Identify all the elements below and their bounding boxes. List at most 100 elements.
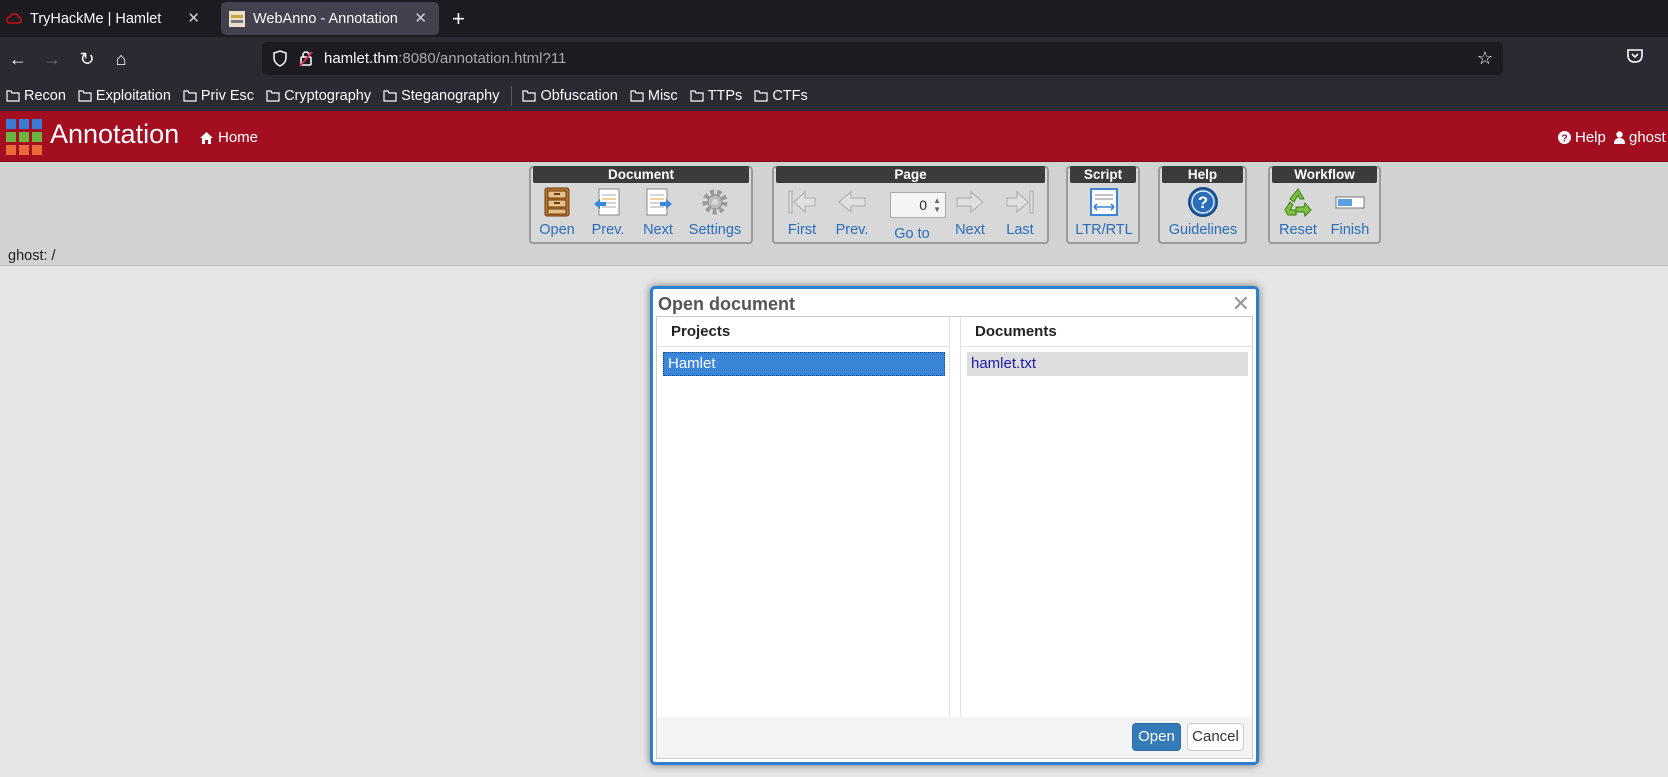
prev-page-button[interactable]: Prev. [824, 186, 880, 242]
prev-document-button[interactable]: Prev. [580, 186, 636, 242]
page-number-input[interactable]: 0 ▲ ▼ [890, 192, 946, 218]
group-title: Script [1070, 166, 1136, 183]
folder-icon [522, 90, 537, 102]
home-link[interactable]: Home [200, 129, 258, 146]
url-text: hamlet.thm:8080/annotation.html?11 [324, 50, 567, 67]
home-icon[interactable]: ⌂ [109, 47, 133, 71]
bookmark-star-icon[interactable]: ☆ [1477, 48, 1493, 69]
bookmark-folder-ctfs[interactable]: CTFs [754, 88, 808, 104]
bookmarks-bar: Recon Exploitation Priv Esc Cryptography… [0, 81, 1668, 111]
dialog-body: Projects Hamlet Documents hamlet.txt [656, 316, 1253, 718]
folder-icon [6, 90, 20, 102]
folder-icon [183, 90, 197, 102]
folder-icon [630, 90, 644, 102]
text-direction-icon [1090, 188, 1118, 216]
svg-text:?: ? [1561, 134, 1567, 145]
recycle-icon [1284, 188, 1312, 217]
folder-icon [690, 90, 704, 102]
ltr-rtl-button[interactable]: LTR/RTL [1074, 186, 1134, 242]
open-button[interactable]: Open [1132, 723, 1181, 751]
annotation-toolbar: Document Open Prev. Next Settings Page F… [0, 162, 1668, 266]
svg-text:?: ? [1198, 193, 1208, 212]
tryhackme-cloud-icon [6, 12, 22, 24]
documents-header: Documents [961, 317, 1252, 347]
workflow-group: Workflow Reset Finish [1268, 166, 1381, 244]
shield-icon [273, 50, 287, 67]
settings-button[interactable]: Settings [683, 186, 747, 242]
breadcrumb: ghost: / [8, 248, 56, 264]
progress-bar-icon [1335, 196, 1365, 209]
document-prev-icon [594, 188, 620, 216]
group-title: Document [533, 166, 749, 183]
cancel-button[interactable]: Cancel [1187, 723, 1244, 751]
url-bar[interactable]: hamlet.thm:8080/annotation.html?11 ☆ [262, 42, 1503, 75]
next-page-button[interactable]: Next [942, 186, 998, 242]
last-page-button[interactable]: Last [992, 186, 1048, 242]
help-group: Help ? Guidelines [1158, 166, 1247, 244]
cabinet-icon [544, 187, 570, 217]
bookmark-folder-cryptography[interactable]: Cryptography [266, 88, 371, 104]
user-link[interactable]: ghost [1614, 129, 1666, 146]
spinner-icon[interactable]: ▲ ▼ [933, 196, 941, 214]
browser-nav-bar: ← → ↻ ⌂ hamlet.thm:8080/annotation.html?… [0, 37, 1668, 81]
back-arrow-icon[interactable]: ← [6, 47, 30, 71]
insecure-lock-icon [299, 51, 313, 67]
document-item-hamlet-txt[interactable]: hamlet.txt [967, 352, 1248, 376]
app-header: Annotation Home ? Help ghost [0, 111, 1668, 162]
dialog-footer: Open Cancel [656, 717, 1253, 759]
guidelines-button[interactable]: ? Guidelines [1164, 186, 1242, 242]
gear-icon [702, 189, 728, 215]
help-link[interactable]: ? Help [1558, 129, 1606, 146]
goto-page-control[interactable]: 0 ▲ ▼ Go to [876, 186, 948, 242]
open-document-button[interactable]: Open [529, 186, 585, 242]
left-arrow-icon [838, 190, 866, 214]
browser-tab-bar: TryHackMe | Hamlet ✕ WebAnno - Annotatio… [0, 0, 1668, 37]
folder-icon [754, 90, 768, 102]
tab-title: TryHackMe | Hamlet [30, 10, 162, 27]
pocket-icon[interactable] [1626, 47, 1644, 65]
project-item-hamlet[interactable]: Hamlet [663, 352, 945, 376]
folder-icon [383, 90, 397, 102]
user-icon [1614, 131, 1625, 144]
finish-button[interactable]: Finish [1322, 186, 1378, 242]
group-title: Help [1162, 166, 1243, 183]
webanno-favicon [229, 10, 245, 27]
open-document-dialog: Open document ✕ Projects Hamlet Document… [650, 286, 1259, 765]
bookmark-folder-ttps[interactable]: TTPs [690, 88, 742, 104]
folder-icon [78, 90, 92, 102]
last-page-icon [1006, 190, 1034, 214]
projects-header: Projects [657, 317, 949, 347]
next-document-button[interactable]: Next [630, 186, 686, 242]
question-circle-icon: ? [1558, 131, 1571, 144]
webanno-logo[interactable] [6, 119, 42, 155]
bookmark-folder-steganography[interactable]: Steganography [383, 88, 499, 104]
bookmark-folder-privesc[interactable]: Priv Esc [183, 88, 254, 104]
first-page-icon [788, 190, 816, 214]
page-group: Page First Prev. 0 ▲ ▼ Go to Next Last [772, 166, 1049, 244]
projects-column: Projects Hamlet [657, 317, 950, 717]
tab-tryhackme[interactable]: TryHackMe | Hamlet ✕ [0, 0, 212, 37]
bookmark-folder-recon[interactable]: Recon [6, 88, 66, 104]
right-arrow-icon [956, 190, 984, 214]
reload-icon[interactable]: ↻ [75, 47, 99, 71]
question-circle-icon: ? [1188, 187, 1218, 217]
group-title: Page [776, 166, 1045, 183]
close-tab-icon[interactable]: ✕ [414, 9, 427, 27]
reset-button[interactable]: Reset [1270, 186, 1326, 242]
close-icon[interactable]: ✕ [1232, 291, 1250, 317]
forward-arrow-icon[interactable]: → [40, 47, 64, 71]
bookmark-folder-exploitation[interactable]: Exploitation [78, 88, 171, 104]
tab-title: WebAnno - Annotation [253, 10, 398, 27]
document-next-icon [646, 188, 672, 216]
home-icon [200, 131, 213, 144]
first-page-button[interactable]: First [774, 186, 830, 242]
page-title: Annotation [50, 119, 180, 149]
bookmark-folder-obfuscation[interactable]: Obfuscation [522, 88, 618, 104]
bookmarks-separator [511, 86, 513, 106]
tab-webanno[interactable]: WebAnno - Annotation ✕ [221, 2, 439, 35]
folder-icon [266, 90, 280, 102]
document-group: Document Open Prev. Next Settings [529, 166, 753, 244]
bookmark-folder-misc[interactable]: Misc [630, 88, 678, 104]
close-tab-icon[interactable]: ✕ [187, 9, 200, 27]
new-tab-button[interactable]: + [452, 6, 465, 32]
